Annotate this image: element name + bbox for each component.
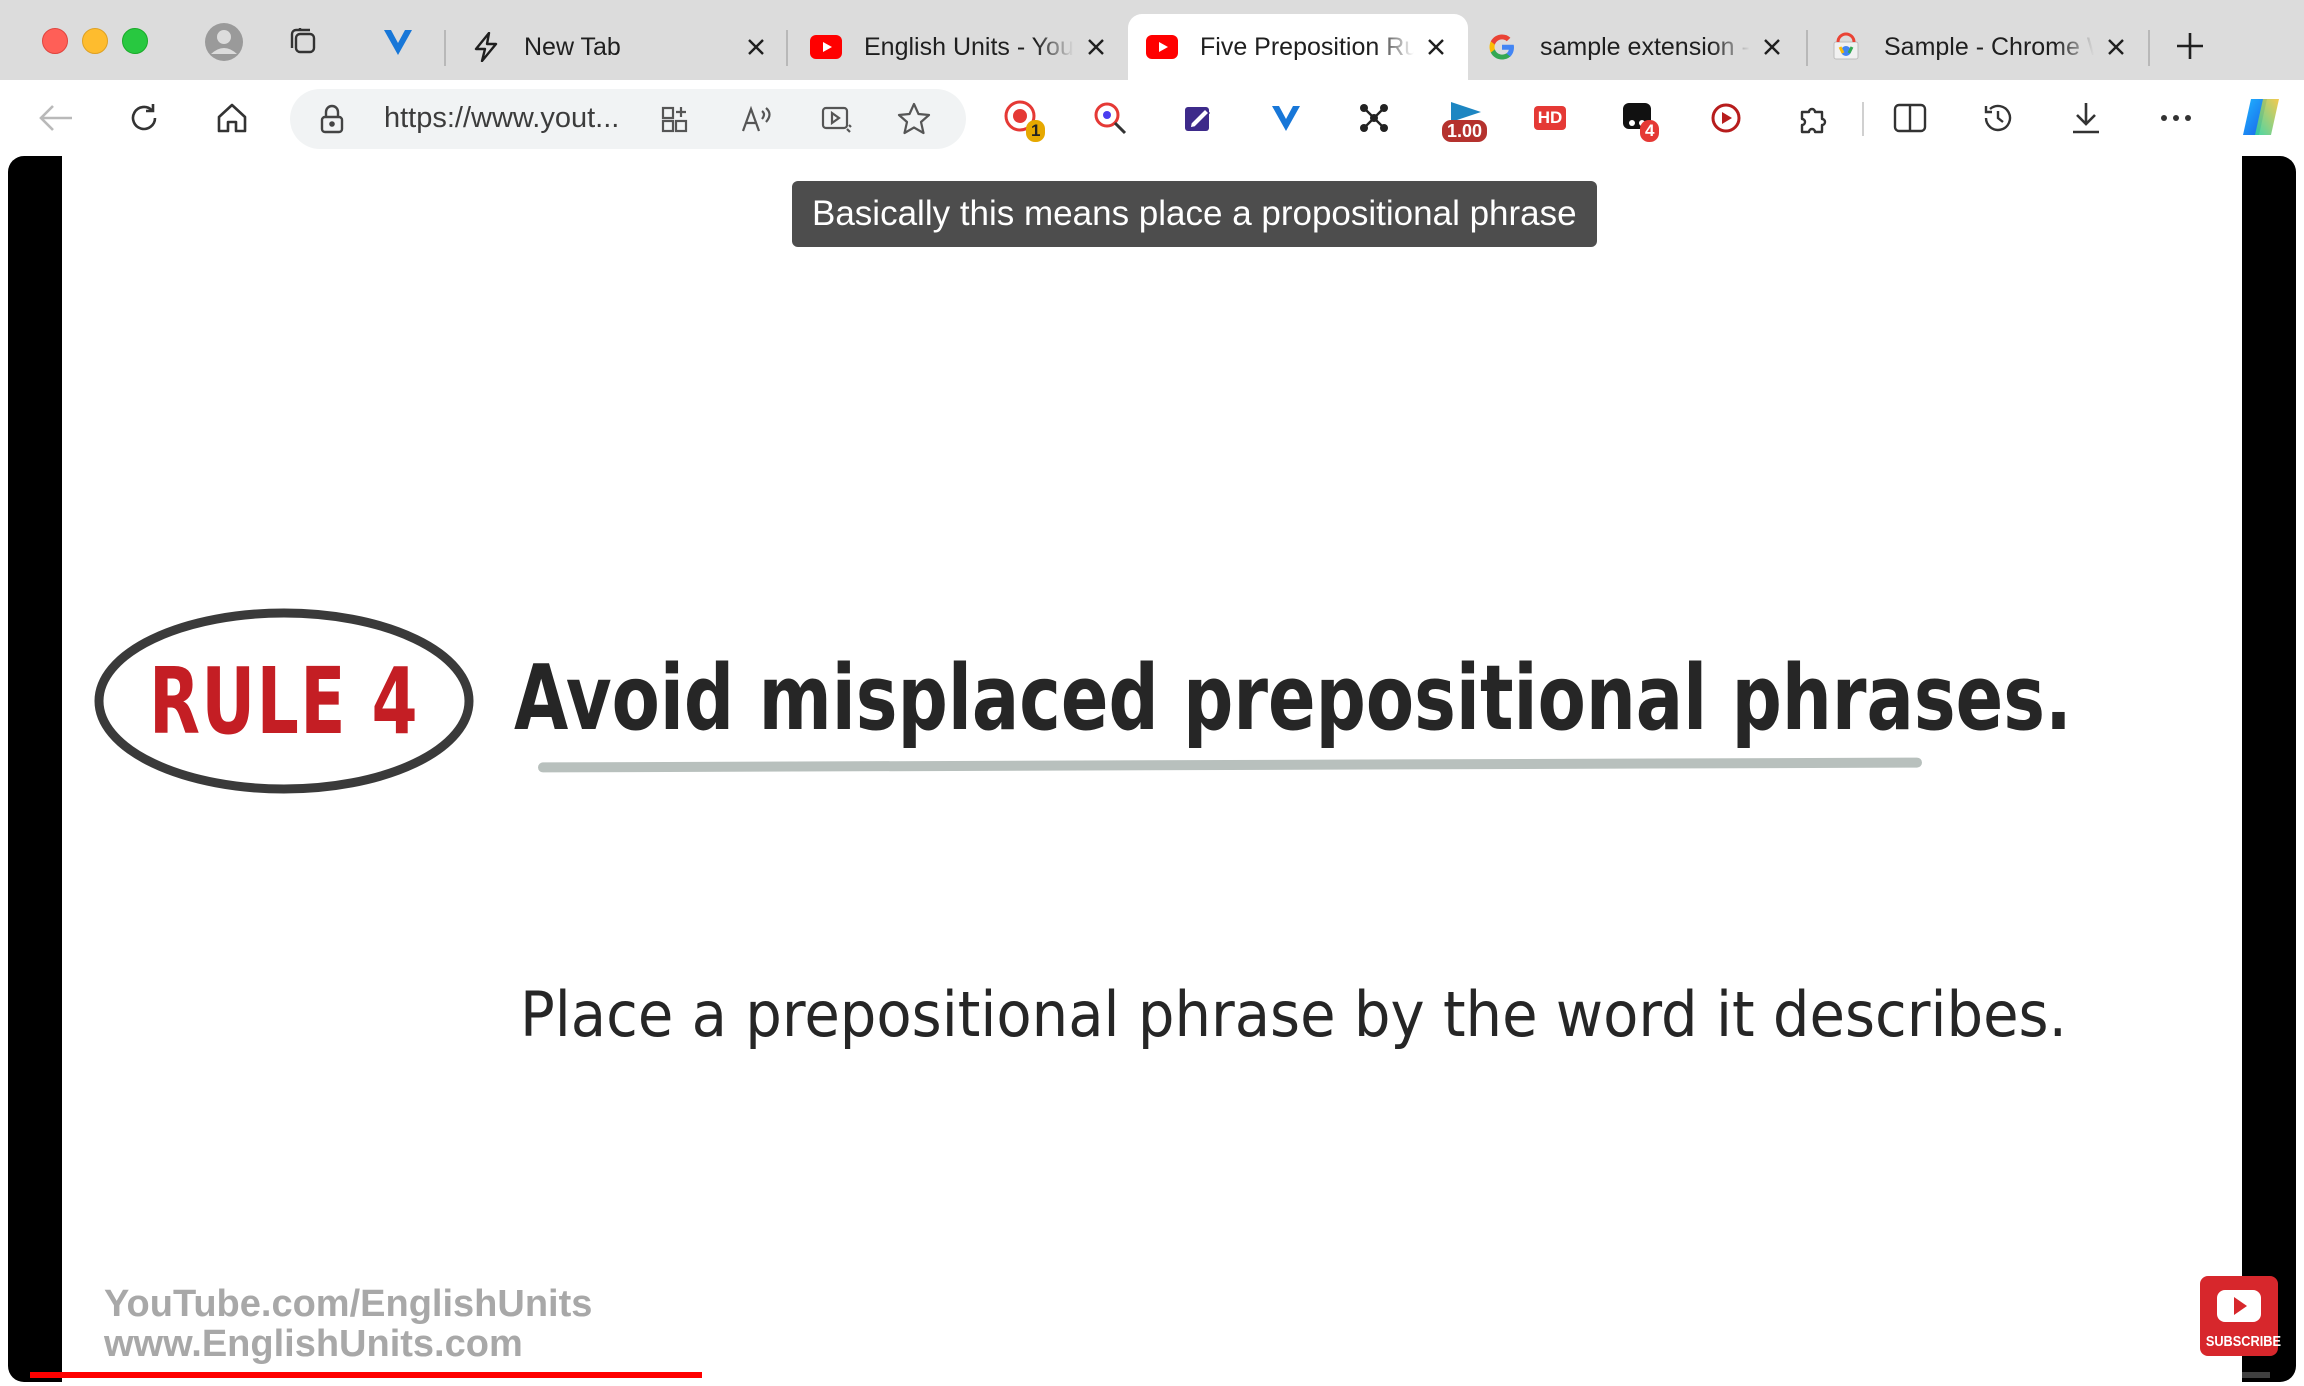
vpn-extension-icon[interactable] [378, 22, 418, 62]
slide-headline: Avoid misplaced prepositional phrases. [514, 646, 2072, 751]
video-caption: Basically this means place a proposition… [792, 181, 1597, 247]
tab-title: Sample - Chrome Web Store [1884, 32, 2094, 61]
app-available-icon[interactable] [660, 103, 692, 140]
rule-badge: RULE 4 [94, 606, 474, 796]
read-aloud-icon[interactable] [740, 103, 774, 140]
lock-icon[interactable] [318, 103, 346, 140]
close-icon[interactable] [742, 33, 770, 61]
close-icon[interactable] [1422, 33, 1450, 61]
tab-five-preposition-rules[interactable]: Five Preposition Rules [1128, 14, 1468, 80]
subscribe-label: SUBSCRIBE [2205, 1333, 2281, 1350]
hd-label: HD [1533, 106, 1567, 130]
tab-separator [2148, 30, 2150, 66]
tab-separator [1806, 30, 1808, 66]
toolbar-divider [1862, 102, 1864, 136]
window-close-button[interactable] [42, 28, 68, 54]
tab-strip: New Tab English Units - YouTube Five Pre… [0, 0, 2304, 80]
home-button[interactable] [210, 96, 254, 140]
youtube-icon [1146, 31, 1178, 63]
video-downloader-extension-icon[interactable] [1704, 96, 1748, 140]
video-progress-bar[interactable] [30, 1372, 2270, 1378]
tab-title: English Units - YouTube [864, 32, 1074, 61]
new-tab-button[interactable] [2170, 26, 2210, 66]
tab-separator [444, 30, 446, 66]
headline-underline [537, 757, 1923, 773]
tab-title: New Tab [524, 32, 621, 61]
url-text[interactable]: https://www.yout... [384, 102, 619, 135]
tab-english-units[interactable]: English Units - YouTube [792, 14, 1128, 80]
bolt-icon [470, 31, 502, 63]
vpn-shield-extension-icon[interactable] [1264, 96, 1308, 140]
tab-chrome-web-store[interactable]: Sample - Chrome Web Store [1812, 14, 2148, 80]
notes-extension-icon[interactable] [1176, 96, 1220, 140]
tab-sample-extension-search[interactable]: sample extension - Google Search [1468, 14, 1804, 80]
browser-toolbar: https://www.yout... 1 1.00 HD 4 [0, 80, 2304, 156]
nodes-extension-icon[interactable] [1352, 96, 1396, 140]
close-icon[interactable] [1082, 33, 1110, 61]
history-icon[interactable] [1976, 96, 2020, 140]
address-bar[interactable]: https://www.yout... [290, 89, 966, 149]
more-menu-icon[interactable] [2154, 96, 2198, 140]
subscribe-button[interactable]: SUBSCRIBE [2200, 1276, 2281, 1356]
tab-new-tab[interactable]: New Tab [452, 14, 788, 80]
channel-watermark: YouTube.com/EnglishUnits www.EnglishUnit… [104, 1284, 592, 1364]
video-speed-extension-icon[interactable]: 1.00 [1440, 96, 1500, 142]
google-icon [1486, 31, 1518, 63]
chat-extension-icon[interactable]: 4 [1616, 96, 1660, 142]
favorite-star-icon[interactable] [896, 101, 932, 142]
window-minimize-button[interactable] [82, 28, 108, 54]
badge-count: 1 [1026, 120, 1046, 142]
chrome-webstore-icon [1830, 31, 1862, 63]
youtube-play-icon [2217, 1290, 2261, 1322]
rule-label: RULE 4 [148, 647, 420, 755]
slide-subtitle: Place a prepositional phrase by the word… [520, 978, 2067, 1051]
video-enhance-icon[interactable] [820, 103, 854, 140]
workspaces-icon[interactable] [284, 22, 324, 62]
watermark-website: www.EnglishUnits.com [104, 1323, 523, 1365]
close-icon[interactable] [2102, 33, 2130, 61]
youtube-icon [810, 31, 842, 63]
profile-icon[interactable] [204, 22, 244, 62]
split-screen-icon[interactable] [1888, 96, 1932, 140]
copilot-icon[interactable] [2236, 92, 2286, 142]
video-player[interactable]: Basically this means place a proposition… [8, 156, 2296, 1382]
window-maximize-button[interactable] [122, 28, 148, 54]
extensions-puzzle-icon[interactable] [1792, 96, 1836, 140]
tab-separator [786, 30, 788, 66]
hd-extension-icon[interactable]: HD [1528, 96, 1572, 140]
tab-title: sample extension - Google Search [1540, 32, 1750, 61]
video-frame-content: Basically this means place a proposition… [62, 156, 2281, 1382]
tab-title: Five Preposition Rules [1200, 32, 1414, 61]
speed-badge: 1.00 [1442, 120, 1488, 142]
zoom-extension-icon[interactable] [1088, 96, 1132, 140]
back-button[interactable] [34, 96, 78, 140]
watermark-youtube: YouTube.com/EnglishUnits [104, 1283, 593, 1325]
downloads-icon[interactable] [2064, 96, 2108, 140]
screen-recorder-extension-icon[interactable]: 1 [1000, 96, 1046, 142]
reload-button[interactable] [122, 96, 166, 140]
video-progress-fill [30, 1372, 702, 1378]
close-icon[interactable] [1758, 33, 1786, 61]
badge-count: 4 [1640, 120, 1660, 142]
